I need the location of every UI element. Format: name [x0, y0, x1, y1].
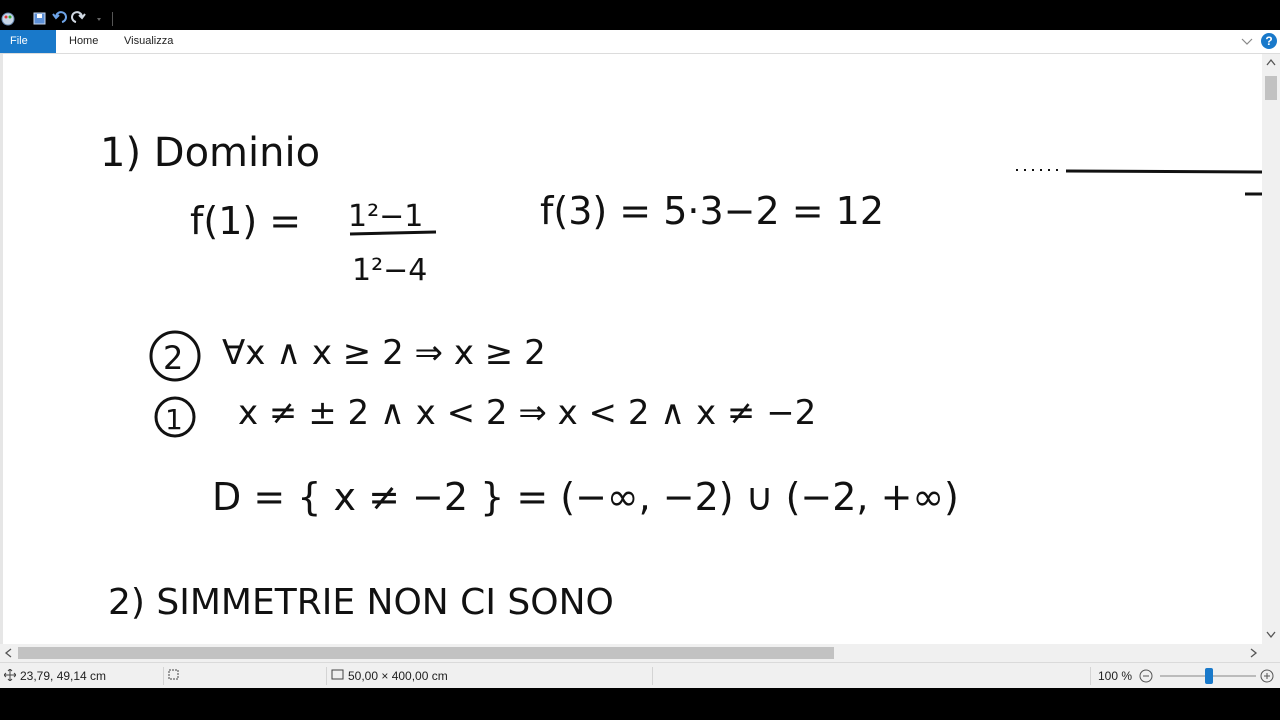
note-partial-line — [1065, 169, 1262, 174]
note-fraction-bar — [349, 230, 437, 236]
note-f3: f(3) = 5·3−2 = 12 — [540, 189, 884, 233]
note-f1-denominator: 1²−4 — [352, 253, 427, 288]
canvas-size-icon — [331, 669, 344, 680]
toolbar-divider — [112, 12, 113, 26]
cursor-position-icon — [4, 669, 16, 681]
note-case-2: ∀x ∧ x ≥ 2 ⇒ x ≥ 2 — [222, 333, 546, 373]
note-case-1: x ≠ ± 2 ∧ x < 2 ⇒ x < 2 ∧ x ≠ −2 — [238, 393, 816, 433]
zoom-slider-track[interactable] — [1160, 668, 1256, 684]
vertical-scrollbar[interactable] — [1262, 54, 1280, 644]
screen-bottom-border — [0, 688, 1280, 720]
paint-app-icon[interactable] — [1, 12, 15, 26]
undo-icon[interactable] — [52, 11, 67, 23]
selection-size-icon — [168, 669, 179, 680]
horizontal-scrollbar[interactable] — [0, 644, 1262, 662]
status-divider — [163, 667, 164, 685]
note-badge-2-label: 2 — [163, 339, 183, 377]
scroll-right-icon[interactable] — [1250, 648, 1258, 658]
ribbon-tabs: File Home Visualizza ? — [0, 30, 1280, 54]
status-divider — [652, 667, 653, 685]
note-badge-1-label: 1 — [165, 403, 183, 436]
tab-home[interactable]: Home — [59, 30, 108, 53]
scroll-left-icon[interactable] — [4, 648, 12, 658]
customize-toolbar-icon[interactable] — [97, 18, 101, 21]
zoom-level: 100 % — [1098, 669, 1133, 683]
note-heading-dominio: 1) Dominio — [100, 130, 320, 176]
note-domain: D = { x ≠ −2 } = (−∞, −2) ∪ (−2, +∞) — [212, 475, 959, 519]
scroll-down-icon[interactable] — [1266, 631, 1276, 639]
canvas-size: 50,00 × 400,00 cm — [348, 669, 448, 683]
status-divider — [326, 667, 327, 685]
title-bar — [0, 8, 1280, 30]
note-f1-numerator: 1²−1 — [348, 199, 423, 234]
zoom-in-icon[interactable] — [1259, 668, 1275, 684]
vertical-scroll-thumb[interactable] — [1265, 76, 1277, 100]
canvas-left-edge — [0, 54, 3, 644]
note-heading-simmetrie: 2) SIMMETRIE NON CI SONO — [108, 582, 614, 623]
save-icon[interactable] — [33, 12, 46, 25]
tab-file[interactable]: File — [0, 30, 56, 53]
tab-visualizza[interactable]: Visualizza — [114, 30, 183, 53]
cursor-position: 23,79, 49,14 cm — [20, 669, 107, 683]
horizontal-scroll-thumb[interactable] — [18, 647, 834, 659]
drawing-canvas[interactable]: 1) Dominio f(1) = 1²−1 1²−4 f(3) = 5·3−2… — [0, 54, 1262, 644]
zoom-slider-thumb[interactable] — [1205, 668, 1213, 684]
note-f1-lhs: f(1) = — [190, 199, 301, 243]
scrollbar-corner — [1262, 644, 1280, 662]
status-bar: 23,79, 49,14 cm 50,00 × 400,00 cm 100 % — [0, 662, 1280, 689]
collapse-ribbon-icon[interactable] — [1240, 36, 1254, 48]
zoom-out-icon[interactable] — [1138, 668, 1154, 684]
status-divider — [1090, 667, 1091, 685]
help-icon[interactable]: ? — [1261, 33, 1277, 49]
scroll-up-icon[interactable] — [1266, 58, 1276, 66]
redo-icon[interactable] — [71, 11, 86, 23]
